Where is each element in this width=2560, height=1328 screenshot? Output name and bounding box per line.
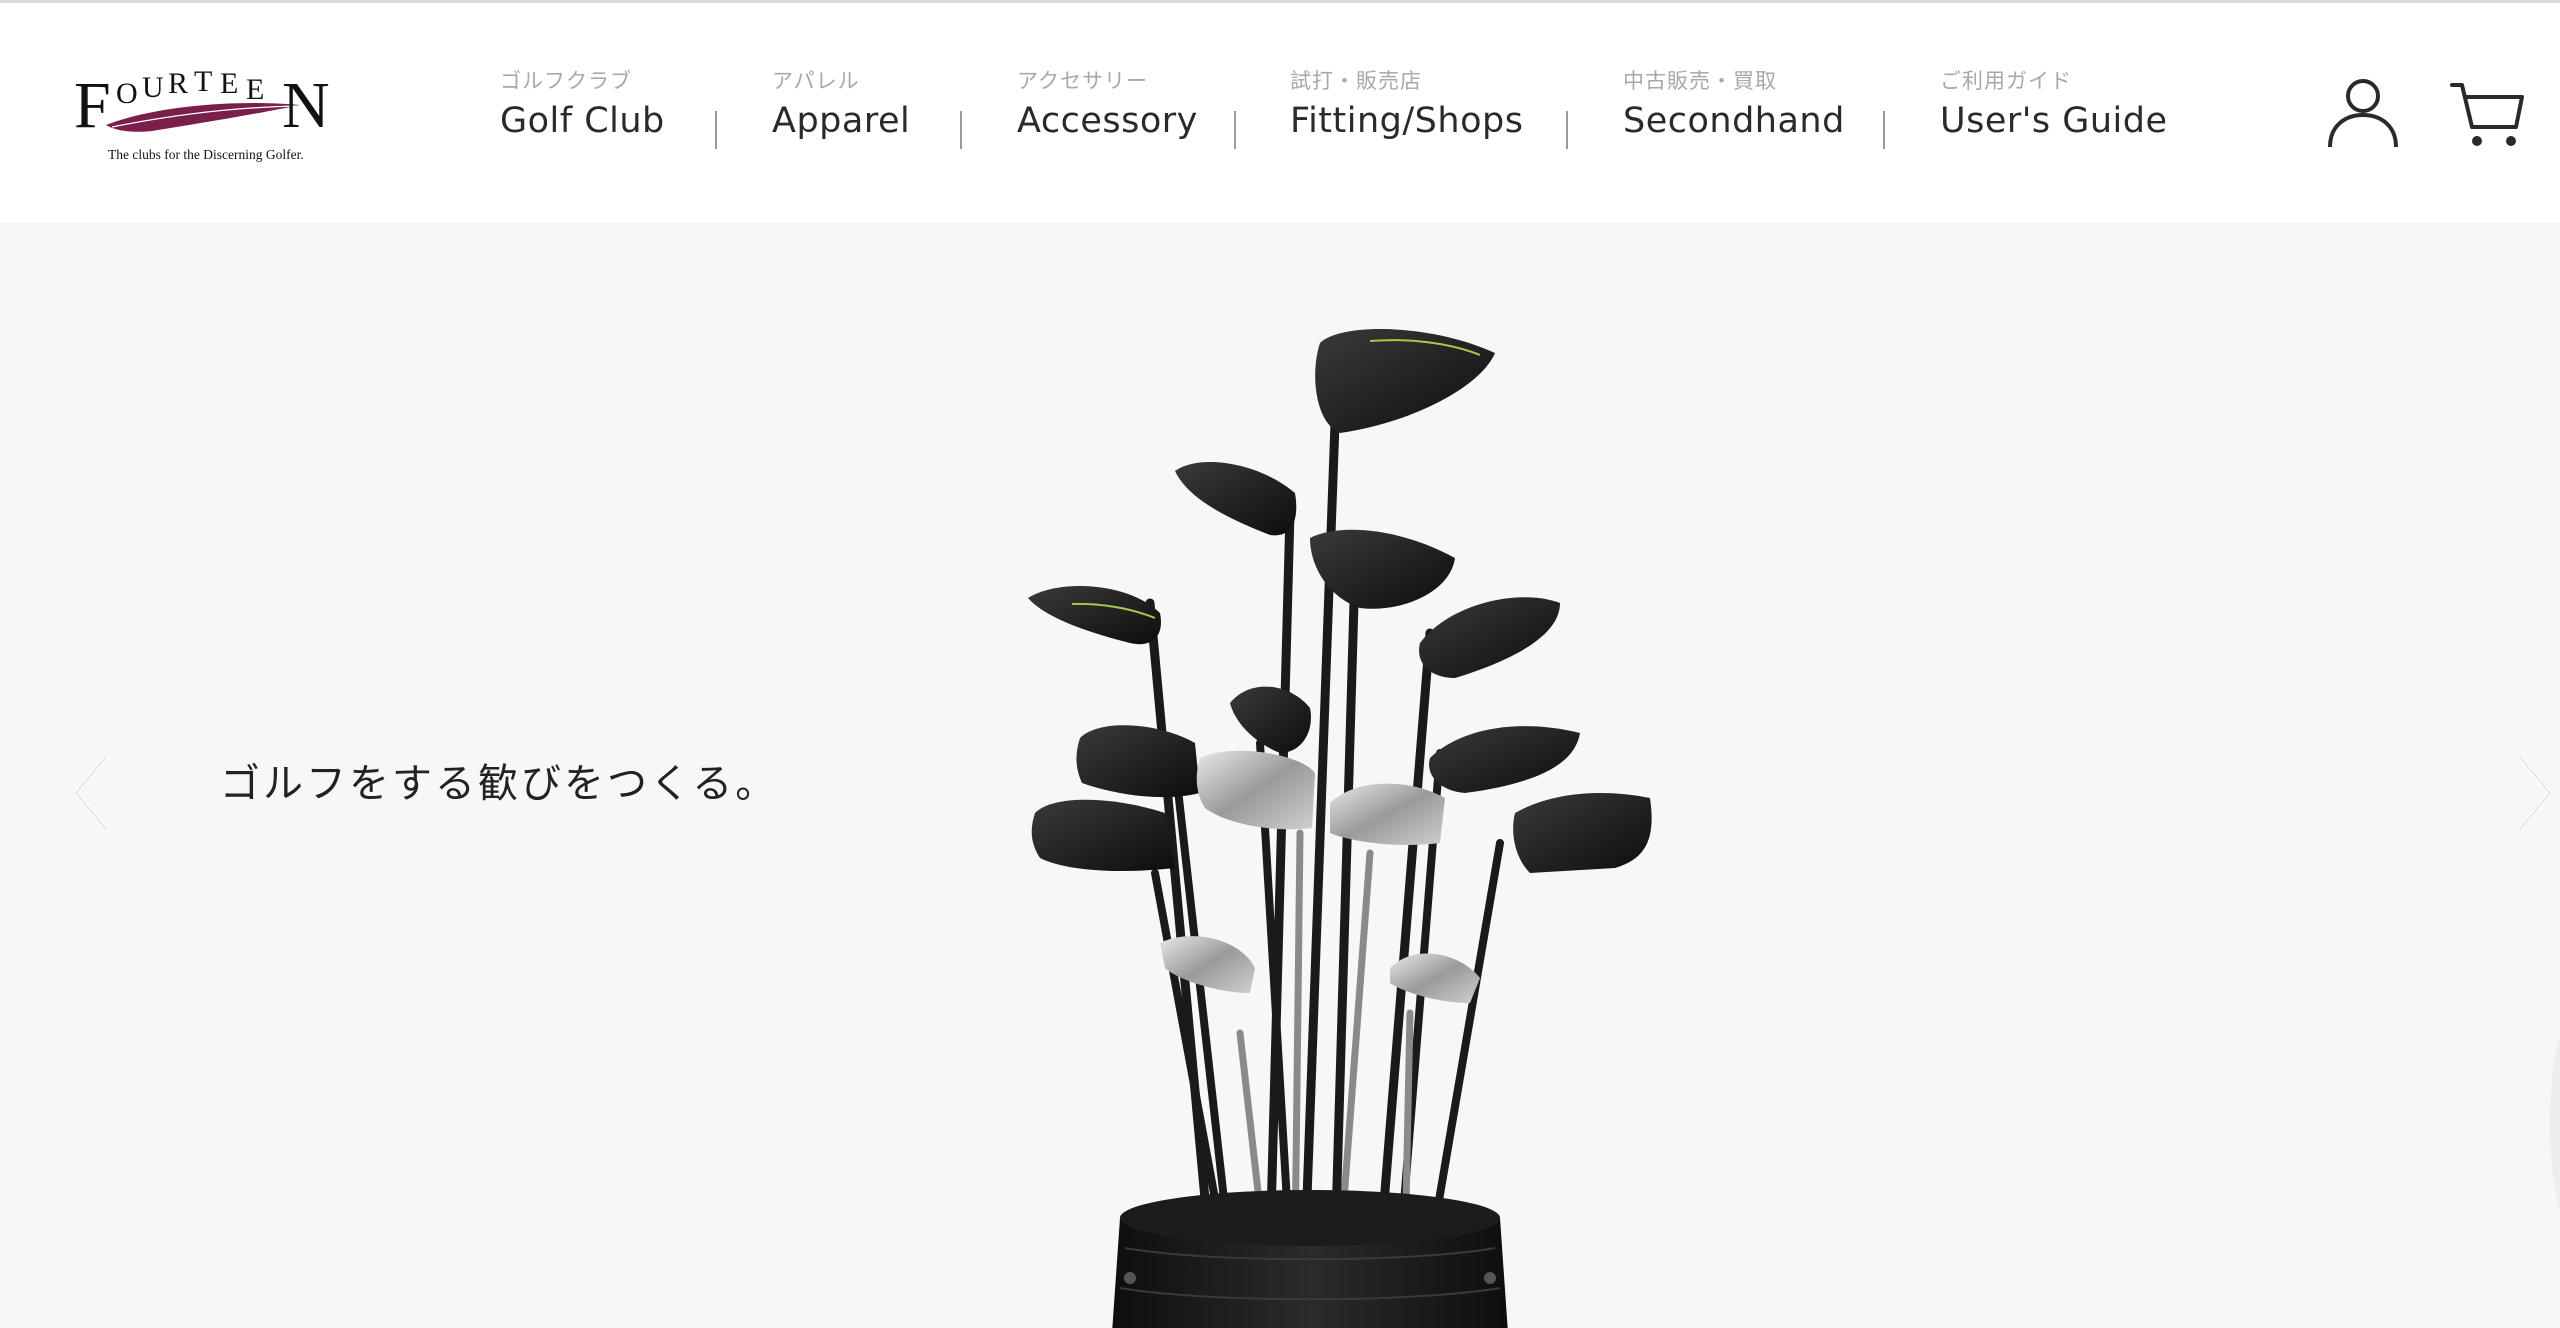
slider-prev-button[interactable]	[70, 753, 110, 837]
golf-club-set-illustration	[1028, 329, 1652, 1328]
nav-item-golf-club[interactable]: ゴルフクラブ Golf Club	[500, 65, 665, 141]
edge-shadow	[2550, 1023, 2560, 1223]
nav-item-label: Apparel	[772, 101, 911, 141]
svg-text:F: F	[74, 69, 111, 141]
nav-separator	[1566, 111, 1568, 149]
nav-item-label: Secondhand	[1623, 101, 1845, 141]
hero-product-image	[960, 313, 1680, 1328]
chevron-left-icon	[73, 755, 108, 831]
nav-item-subtitle: ご利用ガイド	[1940, 69, 2072, 93]
site-header: F O U R T E E N The clubs for the Discer…	[0, 3, 2560, 223]
nav-item-secondhand[interactable]: 中古販売・買取 Secondhand	[1623, 65, 1845, 141]
nav-item-fitting-shops[interactable]: 試打・販売店 Fitting/Shops	[1290, 65, 1523, 141]
logo-tagline: The clubs for the Discerning Golfer.	[108, 147, 304, 162]
nav-item-label: Fitting/Shops	[1290, 101, 1524, 141]
logo-wordmark: F O U R T E E N	[74, 65, 330, 141]
svg-text:R: R	[168, 67, 188, 100]
nav-item-subtitle: 中古販売・買取	[1623, 69, 1777, 93]
nav-item-subtitle: 試打・販売店	[1290, 69, 1422, 93]
nav-item-subtitle: アクセサリー	[1017, 69, 1148, 93]
nav-separator	[1883, 111, 1885, 149]
nav-item-label: Golf Club	[500, 101, 665, 141]
nav-separator	[715, 111, 717, 149]
cart-button[interactable]	[2450, 81, 2526, 155]
nav-item-subtitle: ゴルフクラブ	[500, 69, 632, 93]
nav-separator	[960, 111, 962, 149]
account-button[interactable]	[2326, 75, 2400, 153]
svg-text:N: N	[282, 69, 330, 141]
brand-logo[interactable]: F O U R T E E N The clubs for the Discer…	[72, 61, 347, 171]
svg-text:U: U	[142, 71, 164, 104]
cart-icon	[2450, 83, 2524, 146]
nav-item-label: Accessory	[1017, 101, 1198, 141]
svg-text:O: O	[116, 77, 138, 110]
svg-text:E: E	[246, 73, 264, 106]
nav-separator	[1234, 111, 1236, 149]
nav-item-accessory[interactable]: アクセサリー Accessory	[1017, 65, 1198, 141]
hero-slider: ゴルフをする歓びをつくる。	[0, 223, 2560, 1328]
slider-next-button[interactable]	[2516, 753, 2556, 837]
hero-tagline: ゴルフをする歓びをつくる。	[220, 761, 779, 807]
svg-text:E: E	[220, 67, 238, 100]
nav-item-users-guide[interactable]: ご利用ガイド User's Guide	[1940, 65, 2168, 141]
chevron-right-icon	[2518, 755, 2553, 831]
nav-item-subtitle: アパレル	[772, 69, 860, 93]
user-icon	[2328, 79, 2398, 148]
svg-text:T: T	[194, 65, 212, 98]
nav-item-label: User's Guide	[1940, 101, 2168, 141]
nav-item-apparel[interactable]: アパレル Apparel	[772, 65, 910, 141]
